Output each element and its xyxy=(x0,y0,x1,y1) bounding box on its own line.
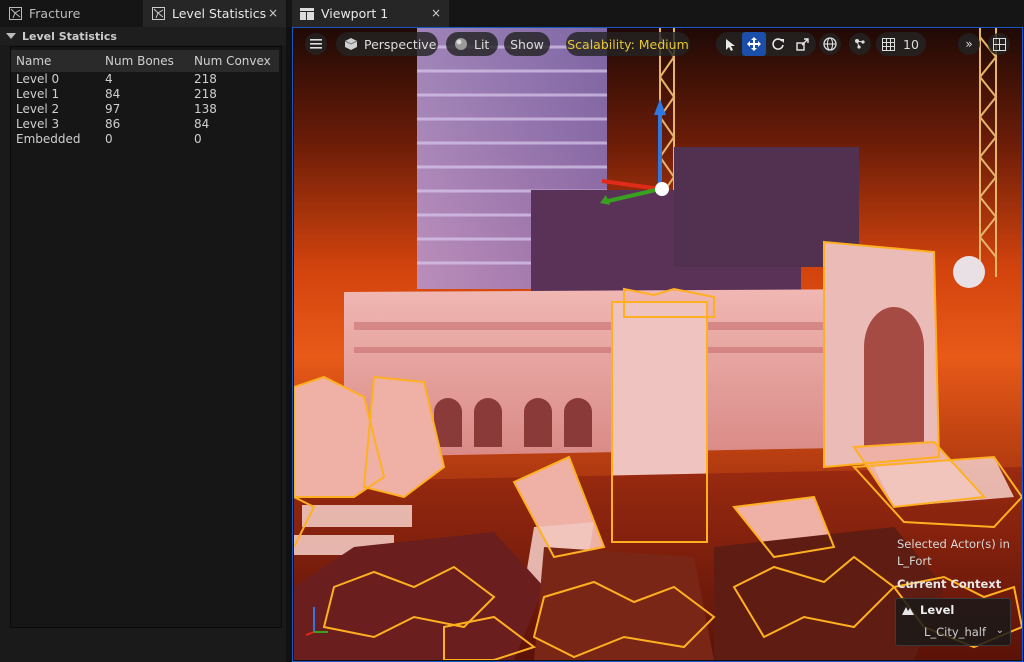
current-context-label: Current Context xyxy=(897,577,1002,591)
cube-icon xyxy=(344,37,358,51)
statistics-table: Name Num Bones Num Convex Level 0 4 218 Le… xyxy=(11,50,279,147)
grid-icon xyxy=(882,37,895,51)
row-name: Embedded xyxy=(16,132,81,146)
chevron-down-icon[interactable]: ⌄ xyxy=(996,625,1004,636)
row-num-convex: 218 xyxy=(194,72,217,86)
collapse-arrow-icon[interactable] xyxy=(6,33,16,39)
table-row[interactable]: Level 2 97 138 xyxy=(11,102,279,117)
close-icon[interactable]: × xyxy=(431,6,441,20)
tab-viewport-label: Viewport 1 xyxy=(321,6,389,21)
fracture-icon xyxy=(8,7,22,21)
row-num-convex: 0 xyxy=(194,132,202,146)
viewport-menu-button[interactable] xyxy=(305,33,327,55)
row-num-convex: 84 xyxy=(194,117,210,131)
table-header-row: Name Num Bones Num Convex xyxy=(11,50,279,72)
selected-actors-text: Selected Actor(s) in xyxy=(897,537,1010,551)
level-statistics-icon xyxy=(151,7,165,21)
tab-fracture-label: Fracture xyxy=(29,6,81,21)
row-name: Level 0 xyxy=(16,72,60,86)
lit-sphere-icon xyxy=(454,37,468,51)
globe-icon xyxy=(823,37,837,51)
more-options-button[interactable]: » xyxy=(958,33,980,55)
layout-icon xyxy=(992,37,1006,51)
row-num-bones: 86 xyxy=(105,117,121,131)
close-icon[interactable]: × xyxy=(268,6,278,20)
grid-snap-value: 10 xyxy=(903,36,919,52)
row-num-bones: 0 xyxy=(105,132,113,146)
viewport-icon xyxy=(300,7,314,21)
row-name: Level 2 xyxy=(16,102,60,116)
chevron-right-icon: » xyxy=(965,37,973,51)
lit-label: Lit xyxy=(474,36,490,52)
show-label: Show xyxy=(510,36,544,52)
row-name: Level 1 xyxy=(16,87,60,101)
column-header-name[interactable]: Name xyxy=(11,50,100,72)
panel-header[interactable]: Level Statistics xyxy=(0,27,286,45)
table-row[interactable]: Level 3 86 84 xyxy=(11,117,279,132)
perspective-button[interactable]: Perspective xyxy=(336,32,438,56)
panel-header-label: Level Statistics xyxy=(22,29,117,43)
table-row[interactable]: Embedded 0 0 xyxy=(11,132,279,147)
surface-snapping-button[interactable] xyxy=(849,33,871,55)
select-tool-icon[interactable] xyxy=(718,32,742,56)
grid-snap-button[interactable]: 10 xyxy=(876,32,926,56)
row-num-convex: 218 xyxy=(194,87,217,101)
world-space-button[interactable] xyxy=(819,33,841,55)
scalability-label: Scalability: Medium xyxy=(567,36,689,52)
perspective-label: Perspective xyxy=(364,36,437,52)
transform-tools-group xyxy=(716,32,816,56)
row-num-convex: 138 xyxy=(194,102,217,116)
table-row[interactable]: Level 0 4 218 xyxy=(11,72,279,87)
context-overlay: Selected Actor(s) in L_Fort Current Cont… xyxy=(893,537,1013,648)
show-button[interactable]: Show xyxy=(504,32,550,56)
level-icon xyxy=(902,605,914,615)
row-num-bones: 84 xyxy=(105,87,121,101)
snapping-icon xyxy=(855,39,865,49)
scalability-button[interactable]: Scalability: Medium xyxy=(566,32,690,56)
level-dropdown-value[interactable]: L_City_half xyxy=(924,625,986,639)
level-context-box[interactable]: Level L_City_half ⌄ xyxy=(895,598,1011,646)
level-statistics-panel: Level Statistics Name Num Bones Num Conv… xyxy=(0,27,286,662)
table-row[interactable]: Level 1 84 218 xyxy=(11,87,279,102)
lit-button[interactable]: Lit xyxy=(446,32,498,56)
tab-fracture[interactable]: Fracture xyxy=(0,0,142,27)
row-num-bones: 4 xyxy=(105,72,113,86)
row-name: Level 3 xyxy=(16,117,60,131)
viewport-layout-button[interactable] xyxy=(988,33,1010,55)
tab-level-statistics[interactable]: Level Statistics × xyxy=(143,0,286,27)
row-num-bones: 97 xyxy=(105,102,121,116)
tab-viewport-1[interactable]: Viewport 1 × xyxy=(292,0,449,27)
column-header-num-convex[interactable]: Num Convex xyxy=(189,50,279,72)
rotate-tool-icon[interactable] xyxy=(766,32,790,56)
translate-tool-icon[interactable] xyxy=(742,32,766,56)
scale-tool-icon[interactable] xyxy=(790,32,814,56)
tab-level-statistics-label: Level Statistics xyxy=(172,6,267,21)
column-header-num-bones[interactable]: Num Bones xyxy=(100,50,189,72)
hamburger-icon xyxy=(310,39,322,49)
selected-actors-level: L_Fort xyxy=(897,554,932,568)
level-label: Level xyxy=(920,603,955,617)
